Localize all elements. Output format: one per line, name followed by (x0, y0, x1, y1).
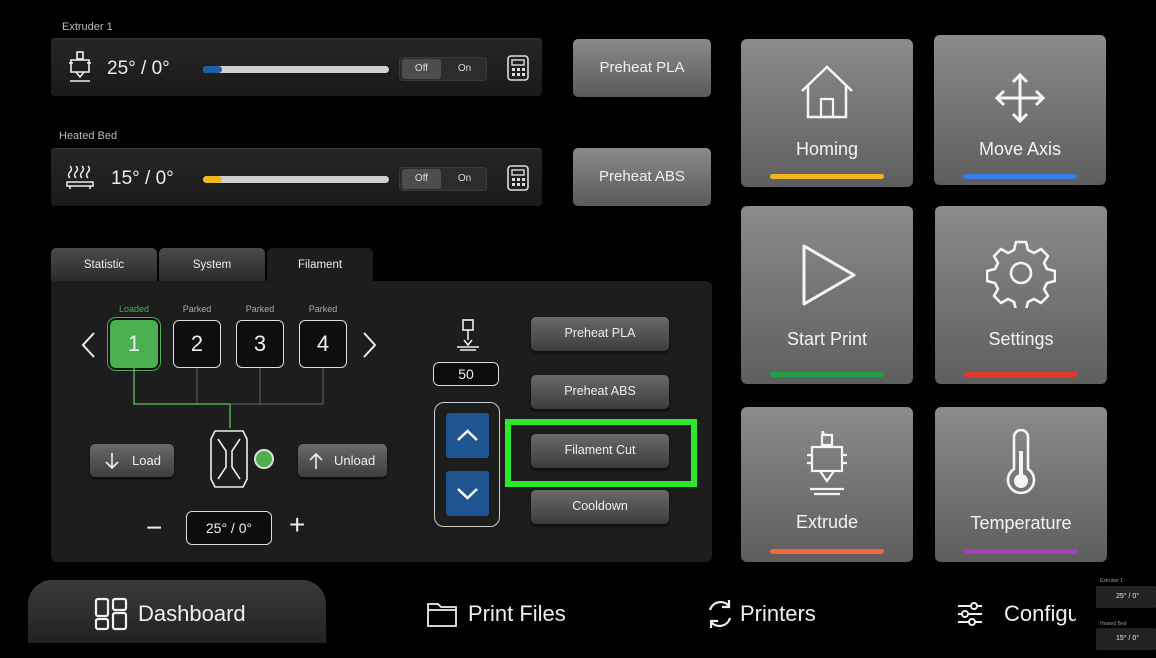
tile-label: Move Axis (978, 139, 1062, 159)
move-axis-tile[interactable]: Move Axis (934, 35, 1106, 185)
nav-config-label: Configu (1004, 601, 1076, 626)
extruder-heater-toggle[interactable]: Off On (399, 57, 487, 81)
slot-3[interactable]: 3 (236, 320, 284, 368)
mini-bed-label: Heated Bed (1100, 621, 1127, 627)
nav-printers[interactable]: Printers (704, 596, 816, 632)
filament-temp-field[interactable]: 25° / 0° (186, 511, 272, 545)
home-icon (801, 65, 853, 119)
extruder-icon (69, 51, 91, 82)
jog-up-button[interactable] (446, 413, 489, 458)
move-axis-icon (994, 72, 1046, 124)
mini-extruder-temp: 25° / 0° (1116, 593, 1140, 600)
toggle-off-option[interactable]: Off (402, 59, 441, 79)
tile-label: Settings (988, 329, 1054, 349)
tile-label: Extrude (795, 512, 859, 532)
arrow-up-icon (309, 452, 323, 469)
nav-print-files-label: Print Files (468, 601, 566, 626)
nav-printers-label: Printers (740, 601, 816, 626)
mini-extruder-label: Extruder 1 (1100, 578, 1124, 584)
chevron-right-icon[interactable] (360, 331, 378, 359)
tile-stripe (963, 174, 1077, 179)
toggle-on-option[interactable]: On (445, 169, 484, 189)
tile-label: Temperature (970, 513, 1072, 533)
tile-label: Start Print (786, 329, 868, 349)
tab-filament[interactable]: Filament (267, 248, 373, 281)
jog-control (434, 402, 500, 527)
preheat-pla-button[interactable]: Preheat PLA (573, 39, 711, 97)
mini-bed-panel: 15° / 0° (1096, 628, 1156, 650)
bed-heater-panel: 15° / 0° Off On (51, 148, 542, 206)
slot-4[interactable]: 4 (299, 320, 347, 368)
unload-label: Unload (334, 453, 376, 468)
heated-bed-icon (66, 165, 94, 189)
nav-dashboard-label: Dashboard (138, 601, 246, 626)
slot-3-status: Parked (245, 304, 275, 314)
temperature-tile[interactable]: Temperature (935, 407, 1107, 562)
filament-preheat-abs-button[interactable]: Preheat ABS (531, 375, 669, 409)
bed-temperature: 15° / 0° (111, 168, 174, 189)
extruder-temperature: 25° / 0° (107, 58, 170, 79)
filament-path-lines (133, 368, 324, 428)
folder-icon (427, 603, 457, 627)
tile-stripe (964, 372, 1078, 377)
slot-1-status: Loaded (118, 304, 150, 314)
arrow-down-icon (105, 453, 119, 470)
tile-stripe (770, 372, 884, 377)
tab-system[interactable]: System (159, 248, 265, 281)
increase-temp-button[interactable]: + (289, 509, 305, 541)
tab-statistic[interactable]: Statistic (51, 248, 157, 281)
cooldown-button[interactable]: Cooldown (531, 490, 669, 524)
filament-cut-button[interactable]: Filament Cut (531, 434, 669, 468)
sliders-icon (958, 602, 982, 626)
extrude-tile[interactable]: Extrude (741, 407, 913, 562)
toggle-off-option[interactable]: Off (402, 169, 441, 189)
slot-2-status: Parked (182, 304, 212, 314)
gear-icon (986, 240, 1056, 308)
nav-config[interactable]: Configu (956, 596, 1076, 632)
extruder-progress-bar (203, 66, 389, 73)
mini-extruder-panel: 25° / 0° (1096, 586, 1156, 608)
bed-progress-bar (203, 176, 389, 183)
mini-bed-temp: 15° / 0° (1116, 635, 1140, 642)
bed-heater-toggle[interactable]: Off On (399, 167, 487, 191)
filament-sensor-indicator (254, 449, 274, 469)
filament-preheat-pla-button[interactable]: Preheat PLA (531, 317, 669, 351)
thermometer-icon (1006, 429, 1036, 495)
tile-label: Homing (795, 139, 859, 159)
extruder-heater-panel: 25° / 0° Off On (51, 38, 542, 96)
bed-label: Heated Bed (59, 130, 118, 142)
chevron-left-icon[interactable] (80, 331, 98, 359)
start-print-tile[interactable]: Start Print (741, 206, 913, 384)
extruder-icon (807, 431, 847, 496)
chevron-down-icon (457, 488, 478, 500)
play-icon (802, 244, 856, 306)
slot-4-status: Parked (308, 304, 338, 314)
toggle-on-option[interactable]: On (445, 59, 484, 79)
decrease-temp-button[interactable]: − (146, 512, 162, 544)
jog-down-button[interactable] (446, 471, 489, 516)
tile-stripe (770, 549, 884, 554)
homing-tile[interactable]: Homing (741, 39, 913, 187)
settings-tile[interactable]: Settings (935, 206, 1107, 384)
slot-2[interactable]: 2 (173, 320, 221, 368)
extruder-label: Extruder 1 (62, 21, 113, 33)
nav-dashboard[interactable]: Dashboard (94, 596, 246, 632)
chevron-up-icon (457, 429, 478, 441)
unload-button[interactable]: Unload (298, 444, 387, 477)
preheat-abs-button[interactable]: Preheat ABS (573, 148, 711, 206)
load-button[interactable]: Load (90, 444, 174, 477)
dashboard-icon (94, 597, 128, 631)
nozzle-icon (457, 319, 479, 351)
mini-preview: Extruder 1 25° / 0° Heated Bed 15° / 0° (1096, 578, 1156, 658)
slot-1[interactable]: 1 (110, 320, 158, 368)
tile-stripe (770, 174, 884, 179)
extrude-amount-field[interactable]: 50 (433, 362, 499, 386)
filament-hub-icon (210, 430, 248, 488)
load-label: Load (132, 453, 161, 468)
calculator-icon[interactable] (506, 164, 530, 192)
nav-print-files[interactable]: Print Files (426, 596, 566, 632)
calculator-icon[interactable] (506, 54, 530, 82)
refresh-icon (708, 600, 732, 628)
tile-stripe (964, 549, 1078, 554)
